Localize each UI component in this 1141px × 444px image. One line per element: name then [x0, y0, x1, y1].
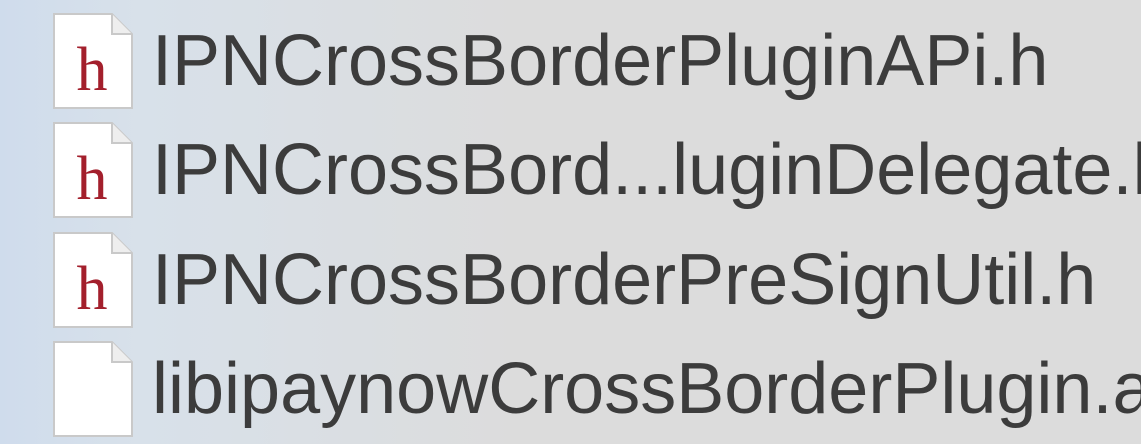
header-file-icon: h: [52, 121, 134, 219]
blank-file-icon: [52, 340, 134, 438]
file-list: h IPNCrossBorderPluginAPi.h h IPNCrossBo…: [0, 0, 1141, 442]
svg-text:h: h: [77, 255, 108, 323]
file-name: libipaynowCrossBorderPlugin.a: [152, 349, 1141, 429]
header-file-icon: h: [52, 12, 134, 110]
file-name: IPNCrossBorderPluginAPi.h: [152, 21, 1049, 101]
list-item[interactable]: h IPNCrossBord...luginDelegate.h: [0, 115, 1141, 225]
svg-text:h: h: [77, 36, 108, 104]
header-file-icon: h: [52, 231, 134, 329]
list-item[interactable]: h IPNCrossBorderPreSignUtil.h: [0, 225, 1141, 335]
file-name: IPNCrossBord...luginDelegate.h: [152, 130, 1141, 210]
svg-text:h: h: [77, 145, 108, 213]
file-name: IPNCrossBorderPreSignUtil.h: [152, 240, 1097, 320]
list-item[interactable]: h IPNCrossBorderPluginAPi.h: [0, 6, 1141, 116]
list-item[interactable]: libipaynowCrossBorderPlugin.a: [0, 334, 1141, 444]
